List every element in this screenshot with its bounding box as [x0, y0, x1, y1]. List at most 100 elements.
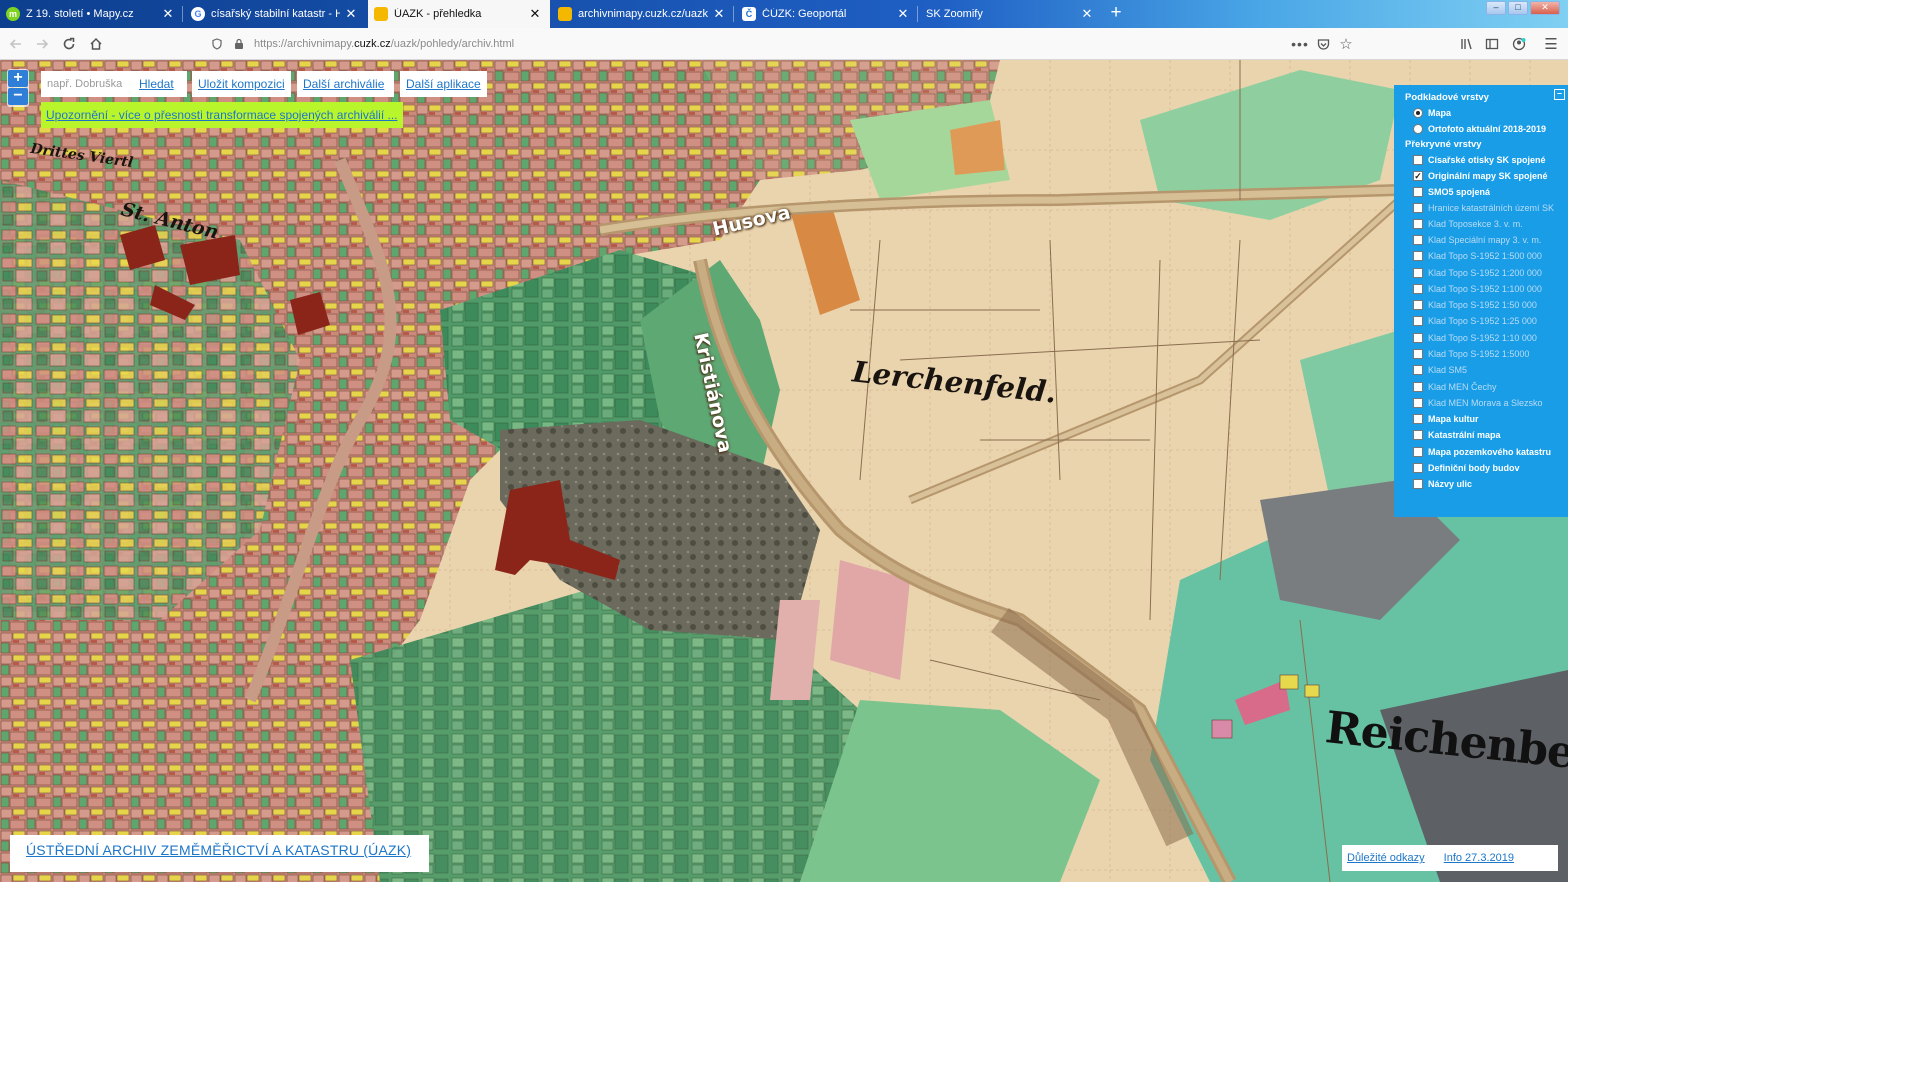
home-button[interactable]: [86, 34, 106, 54]
lock-icon[interactable]: [229, 34, 249, 54]
overlay-layer-option[interactable]: Definiční body budov: [1405, 460, 1568, 476]
layer-label: Císařské otisky SK spojené: [1428, 154, 1546, 165]
checkbox[interactable]: [1413, 446, 1423, 457]
checkbox[interactable]: [1413, 332, 1423, 343]
new-tab-button[interactable]: +: [1106, 2, 1126, 24]
url-bar[interactable]: https://archivnimapy. cuzk.cz/uazk/pohled…: [254, 32, 1284, 56]
archive-home-link[interactable]: ÚSTŘEDNÍ ARCHIV ZEMĚMĚŘICTVÍ A KATASTRU …: [26, 842, 411, 858]
overlay-layer-option[interactable]: Klad Topo S-1952 1:50 000: [1405, 297, 1568, 313]
close-window-button[interactable]: ✕: [1530, 1, 1560, 15]
tab-uazk-prehledka[interactable]: ÚAZK - přehledka ✕: [368, 0, 550, 28]
base-layer-option[interactable]: Mapa: [1405, 105, 1568, 121]
pocket-icon[interactable]: [1313, 34, 1333, 54]
footer-links-box: Důležité odkazy Info 27.3.2019: [1342, 845, 1558, 871]
checkbox[interactable]: [1413, 414, 1423, 425]
overlay-layer-option[interactable]: Názvy ulic: [1405, 476, 1568, 492]
layer-label: Klad Speciální mapy 3. v. m.: [1428, 234, 1542, 245]
overlay-layer-option[interactable]: Klad MEN Čechy: [1405, 378, 1568, 394]
checkbox[interactable]: [1413, 234, 1423, 245]
base-layer-option[interactable]: Ortofoto aktuální 2018-2019: [1405, 121, 1568, 137]
tab-archivnimapy[interactable]: archivnimapy.cuzk.cz/uazk/pohledy ✕: [552, 0, 734, 28]
page-actions-icon[interactable]: •••: [1290, 34, 1310, 54]
checkbox[interactable]: [1413, 267, 1423, 278]
checkbox[interactable]: [1413, 218, 1423, 229]
overlay-layers-title: Překryvné vrstvy: [1405, 138, 1482, 150]
mapycz-icon: m: [6, 7, 20, 21]
tab-geoportal[interactable]: Č ČÚZK: Geoportál ✕: [736, 0, 918, 28]
tab-mapycz[interactable]: m Z 19. století • Mapy.cz ✕: [0, 0, 183, 28]
reload-button[interactable]: [59, 34, 79, 54]
checkbox[interactable]: [1413, 251, 1423, 262]
tab-sk-zoomify[interactable]: SK Zoomify ✕: [920, 0, 1102, 28]
overlay-layer-option[interactable]: Klad Topo S-1952 1:100 000: [1405, 281, 1568, 297]
save-composition-button[interactable]: Uložit kompozici: [198, 77, 285, 91]
layer-label: Klad Topo S-1952 1:100 000: [1428, 283, 1542, 294]
map-canvas[interactable]: Husova Kristiánova Lerchenfeld. Reichenb…: [0, 60, 1568, 882]
checkbox[interactable]: ✓: [1413, 171, 1423, 182]
account-icon[interactable]: [1509, 34, 1529, 54]
overlay-layer-option[interactable]: Klad MEN Morava a Slezsko: [1405, 395, 1568, 411]
overlay-layer-option[interactable]: Mapa pozemkového katastru: [1405, 444, 1568, 460]
checkbox[interactable]: [1413, 365, 1423, 376]
search-input[interactable]: [47, 78, 125, 90]
close-icon[interactable]: ✕: [1080, 6, 1094, 22]
important-links-link[interactable]: Důležité odkazy: [1347, 852, 1425, 864]
checkbox[interactable]: [1413, 300, 1423, 311]
maximize-window-button[interactable]: □: [1508, 1, 1528, 15]
checkbox[interactable]: [1413, 463, 1423, 474]
bookmark-star-icon[interactable]: ☆: [1336, 34, 1356, 54]
tracking-protection-icon[interactable]: [207, 34, 227, 54]
checkbox[interactable]: [1413, 430, 1423, 441]
radio-button[interactable]: [1413, 124, 1423, 135]
close-icon[interactable]: ✕: [344, 6, 358, 22]
overlay-layer-option[interactable]: Klad Topo S-1952 1:25 000: [1405, 313, 1568, 329]
minimize-window-button[interactable]: –: [1486, 1, 1506, 15]
more-apps-button[interactable]: Další aplikace: [406, 77, 481, 91]
back-button[interactable]: [6, 34, 26, 54]
overlay-layer-option[interactable]: Klad Toposekce 3. v. m.: [1405, 215, 1568, 231]
checkbox[interactable]: [1413, 283, 1423, 294]
radio-button[interactable]: [1413, 108, 1423, 119]
overlay-layer-option[interactable]: Klad Topo S-1952 1:5000: [1405, 346, 1568, 362]
overlay-layer-option[interactable]: Mapa kultur: [1405, 411, 1568, 427]
tab-label: ÚAZK - přehledka: [394, 8, 482, 20]
overlay-layer-option[interactable]: SMO5 spojená: [1405, 184, 1568, 200]
more-archives-button[interactable]: Další archiválie: [303, 77, 384, 91]
overlay-layer-option[interactable]: Klad Speciální mapy 3. v. m.: [1405, 232, 1568, 248]
tab-google-search[interactable]: G císařský stabilní katastr - Hledat ✕: [185, 0, 366, 28]
close-icon[interactable]: ✕: [161, 6, 175, 22]
transformation-warning-link[interactable]: Upozornění - více o přesnosti transforma…: [46, 108, 398, 122]
close-icon[interactable]: ✕: [712, 6, 726, 22]
checkbox[interactable]: [1413, 397, 1423, 408]
checkbox[interactable]: [1413, 154, 1423, 165]
zoom-out-button[interactable]: −: [8, 88, 28, 105]
overlay-layer-option[interactable]: Klad SM5: [1405, 362, 1568, 378]
zoom-in-button[interactable]: +: [8, 70, 28, 87]
close-icon[interactable]: ✕: [528, 6, 542, 22]
overlay-layer-option[interactable]: Katastrální mapa: [1405, 427, 1568, 443]
base-layer-list: Mapa Ortofoto aktuální 2018-2019: [1405, 105, 1568, 138]
checkbox[interactable]: [1413, 479, 1423, 490]
forward-button[interactable]: [32, 34, 52, 54]
checkbox[interactable]: [1413, 203, 1423, 214]
url-host: cuzk.cz: [354, 38, 391, 50]
sidebar-icon[interactable]: [1482, 34, 1502, 54]
overlay-layer-option[interactable]: Hranice katastrálních území SK: [1405, 200, 1568, 215]
checkbox[interactable]: [1413, 316, 1423, 327]
search-button[interactable]: Hledat: [139, 77, 174, 91]
overlay-layer-option[interactable]: ✓ Originální mapy SK spojené: [1405, 168, 1568, 184]
layer-label: Klad Topo S-1952 1:500 000: [1428, 251, 1542, 262]
checkbox[interactable]: [1413, 381, 1423, 392]
menu-icon[interactable]: ☰: [1541, 34, 1561, 54]
minimize-panel-button[interactable]: –: [1554, 89, 1565, 100]
checkbox[interactable]: [1413, 187, 1423, 198]
overlay-layer-option[interactable]: Císařské otisky SK spojené: [1405, 152, 1568, 168]
overlay-layer-option[interactable]: Klad Topo S-1952 1:10 000: [1405, 330, 1568, 346]
browser-tab-bar: m Z 19. století • Mapy.cz ✕ G císařský s…: [0, 0, 1568, 28]
info-link[interactable]: Info 27.3.2019: [1444, 852, 1514, 864]
close-icon[interactable]: ✕: [896, 6, 910, 22]
overlay-layer-option[interactable]: Klad Topo S-1952 1:500 000: [1405, 248, 1568, 264]
library-icon[interactable]: [1457, 34, 1477, 54]
overlay-layer-option[interactable]: Klad Topo S-1952 1:200 000: [1405, 264, 1568, 280]
checkbox[interactable]: [1413, 349, 1423, 359]
